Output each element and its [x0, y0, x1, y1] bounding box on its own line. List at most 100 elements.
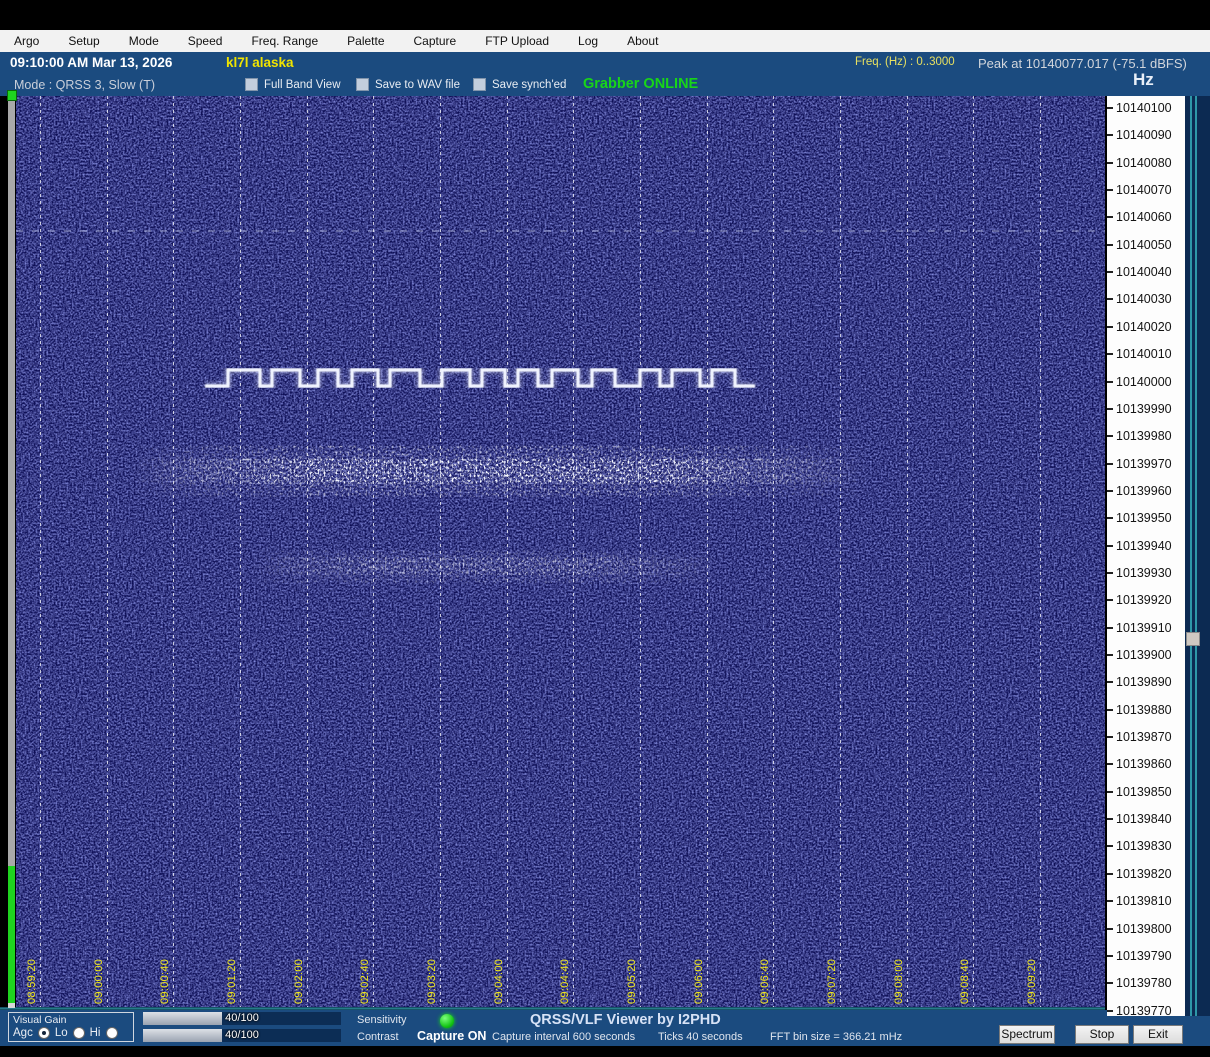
- argo-app-window: Argo Setup Mode Speed Freq. Range Palette Capt…: [0, 0, 1210, 1057]
- checkbox-box-icon[interactable]: [245, 78, 258, 91]
- menu-item-about[interactable]: About: [627, 34, 658, 48]
- time-tick-label: 09:00:00: [92, 958, 105, 1004]
- freq-scale-row: 10139800: [1107, 922, 1185, 936]
- sensitivity-slider[interactable]: 40/100: [143, 1012, 341, 1025]
- freq-tick-label: 10140000: [1116, 374, 1172, 389]
- freq-scale-row: 10140040: [1107, 265, 1185, 279]
- freq-tick-label: 10140010: [1116, 347, 1172, 362]
- freq-tick-mark: [1107, 982, 1113, 985]
- freq-tick-mark: [1107, 489, 1113, 492]
- time-gridline: [506, 96, 508, 1008]
- mode-status: Mode : QRSS 3, Slow (T): [14, 78, 156, 92]
- menu-item-palette[interactable]: Palette: [347, 34, 384, 48]
- time-gridline: [106, 96, 108, 1008]
- freq-tick-label: 10139980: [1116, 429, 1172, 444]
- freq-tick-label: 10139770: [1116, 1003, 1172, 1018]
- time-tick-label: 09:07:20: [826, 958, 839, 1004]
- level-meter-fill: [8, 866, 15, 1004]
- freq-tick-mark: [1107, 790, 1113, 793]
- spectrum-button[interactable]: Spectrum: [999, 1025, 1055, 1044]
- freq-scale-row: 10139770: [1107, 1004, 1185, 1018]
- menu-item-setup[interactable]: Setup: [68, 34, 99, 48]
- checkbox-label: Save synch'ed: [492, 78, 567, 91]
- freq-tick-mark: [1107, 189, 1113, 192]
- menu-item-argo[interactable]: Argo: [14, 34, 39, 48]
- freq-scale-row: 10140030: [1107, 292, 1185, 306]
- capture-status: Capture ON: [417, 1029, 487, 1043]
- checkbox-save-synch-ed[interactable]: Save synch'ed: [473, 78, 566, 91]
- checkbox-box-icon[interactable]: [473, 78, 486, 91]
- checkbox-label: Save to WAV file: [375, 78, 461, 91]
- menu-item-log[interactable]: Log: [578, 34, 598, 48]
- fft-bin-info-label: FFT bin size = 366.21 mHz: [770, 1031, 903, 1043]
- time-gridline: [306, 96, 308, 1008]
- freq-tick-mark: [1107, 599, 1113, 602]
- freq-tick-label: 10139930: [1116, 565, 1172, 580]
- clock-timestamp: 09:10:00 AM Mar 13, 2026: [10, 55, 173, 70]
- freq-tick-mark: [1107, 544, 1113, 547]
- frequency-scrollbar[interactable]: [1185, 96, 1210, 1016]
- grabber-status: Grabber ONLINE: [583, 76, 699, 92]
- time-tick-label: 08:59:20: [26, 958, 38, 1004]
- menu-item-speed[interactable]: Speed: [188, 34, 223, 48]
- time-gridline: [440, 96, 442, 1008]
- checkbox-save-to-wav-file[interactable]: Save to WAV file: [356, 78, 460, 91]
- time-tick-label: 09:09:20: [1026, 958, 1039, 1004]
- freq-range-readout: Freq. (Hz) : 0..3000: [855, 56, 955, 68]
- freq-scale-row: 10139990: [1107, 402, 1185, 416]
- radio-lo[interactable]: [72, 1027, 85, 1039]
- freq-tick-label: 10140020: [1116, 319, 1172, 334]
- time-tick-label: 09:02:40: [359, 958, 372, 1004]
- app-title: QRSS/VLF Viewer by I2PHD: [530, 1012, 721, 1028]
- menu-item-mode[interactable]: Mode: [129, 34, 159, 48]
- freq-tick-mark: [1107, 708, 1113, 711]
- freq-scale-row: 10139940: [1107, 539, 1185, 553]
- freq-tick-label: 10139790: [1116, 948, 1172, 963]
- freq-scale-row: 10139820: [1107, 867, 1185, 881]
- freq-tick-mark: [1107, 571, 1113, 574]
- freq-tick-label: 10139830: [1116, 839, 1172, 854]
- contrast-slider[interactable]: 40/100: [143, 1029, 341, 1042]
- exit-button[interactable]: Exit: [1133, 1025, 1183, 1044]
- menu-item-ftp-upload[interactable]: FTP Upload: [485, 34, 549, 48]
- level-meter-tip: [8, 1003, 15, 1008]
- freq-tick-label: 10140070: [1116, 183, 1172, 198]
- checkbox-box-icon[interactable]: [356, 78, 369, 91]
- freq-scale-row: 10139920: [1107, 593, 1185, 607]
- freq-tick-label: 10139780: [1116, 976, 1172, 991]
- freq-scale-row: 10139850: [1107, 785, 1185, 799]
- radio-agc[interactable]: [37, 1027, 50, 1039]
- checkbox-full-band-view[interactable]: Full Band View: [245, 78, 341, 91]
- freq-scale-row: 10140080: [1107, 156, 1185, 170]
- freq-tick-label: 10139870: [1116, 730, 1172, 745]
- freq-tick-mark: [1107, 216, 1113, 219]
- peak-readout: Peak at 10140077.017 (-75.1 dBFS): [978, 56, 1187, 71]
- header-row-2: Mode : QRSS 3, Slow (T) Grabber ONLINE F…: [0, 74, 1210, 96]
- freq-scale-row: 10140100: [1107, 101, 1185, 115]
- freq-scale-row: 10140060: [1107, 210, 1185, 224]
- header-bar: 09:10:00 AM Mar 13, 2026 kl7l alaska Fre…: [0, 52, 1210, 96]
- freq-tick-mark: [1107, 1009, 1113, 1012]
- scrollbar-thumb[interactable]: [1186, 632, 1200, 646]
- freq-tick-mark: [1107, 954, 1113, 957]
- radio-hi[interactable]: [105, 1027, 118, 1039]
- freq-tick-mark: [1107, 462, 1113, 465]
- time-gridline: [773, 96, 775, 1008]
- freq-tick-mark: [1107, 353, 1113, 356]
- freq-tick-label: 10139970: [1116, 456, 1172, 471]
- time-gridline: [1040, 96, 1042, 1008]
- freq-tick-label: 10139940: [1116, 538, 1172, 553]
- freq-tick-label: 10139840: [1116, 812, 1172, 827]
- frequency-scale: 10140100 10140090 10140080 10140070 10140060…: [1107, 96, 1185, 1018]
- stop-button[interactable]: Stop: [1075, 1025, 1129, 1044]
- freq-tick-mark: [1107, 517, 1113, 520]
- waterfall-spectrogram[interactable]: 08:59:20 09:00:00 09:00:40 09:01:20 09:02:00…: [16, 96, 1105, 1008]
- freq-tick-label: 10140050: [1116, 237, 1172, 252]
- menu-item-capture[interactable]: Capture: [414, 34, 457, 48]
- freq-tick-mark: [1107, 298, 1113, 301]
- freq-tick-label: 10139910: [1116, 620, 1172, 635]
- freq-scale-row: 10139810: [1107, 894, 1185, 908]
- freq-tick-mark: [1107, 161, 1113, 164]
- menu-item-freq-range[interactable]: Freq. Range: [251, 34, 318, 48]
- freq-scale-row: 10139960: [1107, 484, 1185, 498]
